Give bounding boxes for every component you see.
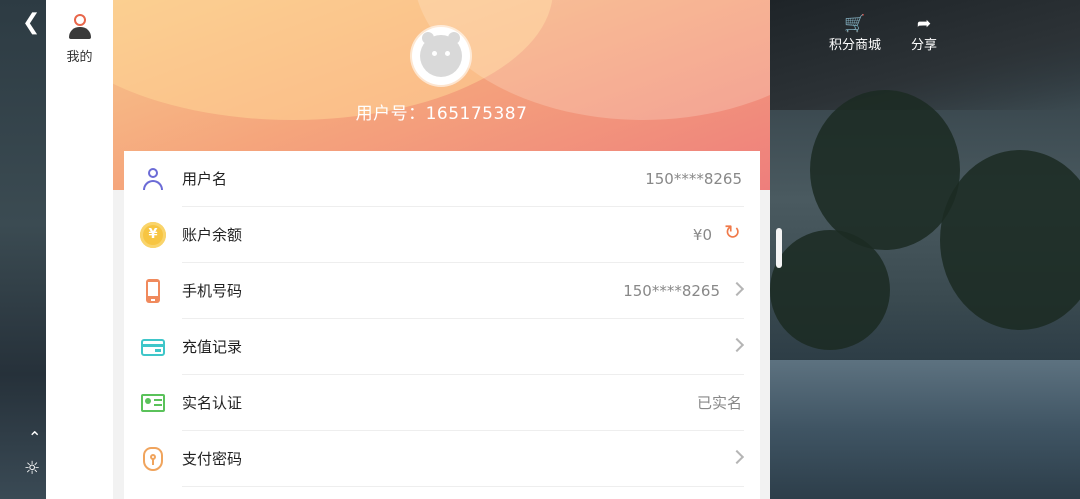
chevron-right-icon bbox=[729, 281, 745, 297]
phone-icon bbox=[140, 278, 166, 304]
id-card-icon bbox=[140, 390, 166, 416]
share-button[interactable]: ➦ 分享 bbox=[911, 14, 937, 53]
avatar-image-icon bbox=[420, 32, 462, 77]
coin-icon: ¥ bbox=[140, 222, 166, 248]
back-arrow-icon[interactable]: ❮ bbox=[22, 12, 40, 34]
chevron-right-icon bbox=[729, 449, 745, 465]
tree-canopy bbox=[770, 230, 890, 350]
game-scene-right bbox=[770, 0, 1080, 499]
chevron-right-icon bbox=[729, 337, 745, 353]
row-value: 已实名 bbox=[696, 394, 742, 412]
account-info-card: 用户名 150****8265 ¥ 账户余额 ¥0 ↻ 手机号码 150****… bbox=[124, 151, 760, 499]
avatar[interactable] bbox=[412, 27, 470, 85]
tab-mine-label: 我的 bbox=[66, 50, 93, 65]
row-label: 用户名 bbox=[182, 170, 228, 188]
row-label: 实名认证 bbox=[182, 394, 243, 412]
tree-canopy bbox=[940, 150, 1080, 330]
tab-mine[interactable]: 我的 bbox=[46, 12, 113, 65]
share-icon: ➦ bbox=[916, 14, 932, 34]
share-label: 分享 bbox=[911, 38, 938, 53]
cart-icon: 🛒 bbox=[844, 14, 866, 34]
game-left-controls: ❮ ⌃ ☼ bbox=[0, 0, 46, 499]
card-icon bbox=[140, 334, 166, 360]
row-label: 账户余额 bbox=[182, 226, 243, 244]
brightness-icon[interactable]: ☼ bbox=[24, 458, 40, 479]
points-mall-button[interactable]: 🛒 积分商城 bbox=[829, 14, 881, 53]
row-username: 用户名 150****8265 bbox=[124, 151, 760, 207]
points-mall-label: 积分商城 bbox=[829, 38, 882, 53]
chevron-up-icon[interactable]: ⌃ bbox=[28, 428, 41, 447]
user-outline-icon bbox=[140, 166, 166, 192]
shield-key-icon bbox=[140, 446, 166, 472]
account-panel: 用户号：165175387 用户名 150****8265 ¥ 账户余额 ¥0 … bbox=[113, 0, 770, 499]
row-phone[interactable]: 手机号码 150****8265 bbox=[124, 263, 760, 319]
row-label: 手机号码 bbox=[182, 282, 243, 300]
row-recharge-history[interactable]: 充值记录 bbox=[124, 319, 760, 375]
row-label: 支付密码 bbox=[182, 450, 243, 468]
user-icon bbox=[67, 12, 93, 40]
side-tab-bar: 我的 bbox=[46, 0, 113, 499]
row-payment-password[interactable]: 支付密码 bbox=[124, 431, 760, 487]
lake-water bbox=[770, 360, 1080, 499]
row-value: 150****8265 bbox=[623, 282, 720, 300]
row-value: ¥0 bbox=[692, 226, 712, 244]
refresh-icon[interactable]: ↻ bbox=[724, 222, 742, 242]
scrollbar[interactable] bbox=[776, 228, 782, 268]
row-value: 150****8265 bbox=[645, 170, 742, 188]
row-balance: ¥ 账户余额 ¥0 ↻ bbox=[124, 207, 760, 263]
row-label: 充值记录 bbox=[182, 338, 243, 356]
tree-canopy bbox=[810, 90, 960, 250]
row-real-name: 实名认证 已实名 bbox=[124, 375, 760, 431]
user-id-text: 用户号：165175387 bbox=[355, 104, 528, 124]
